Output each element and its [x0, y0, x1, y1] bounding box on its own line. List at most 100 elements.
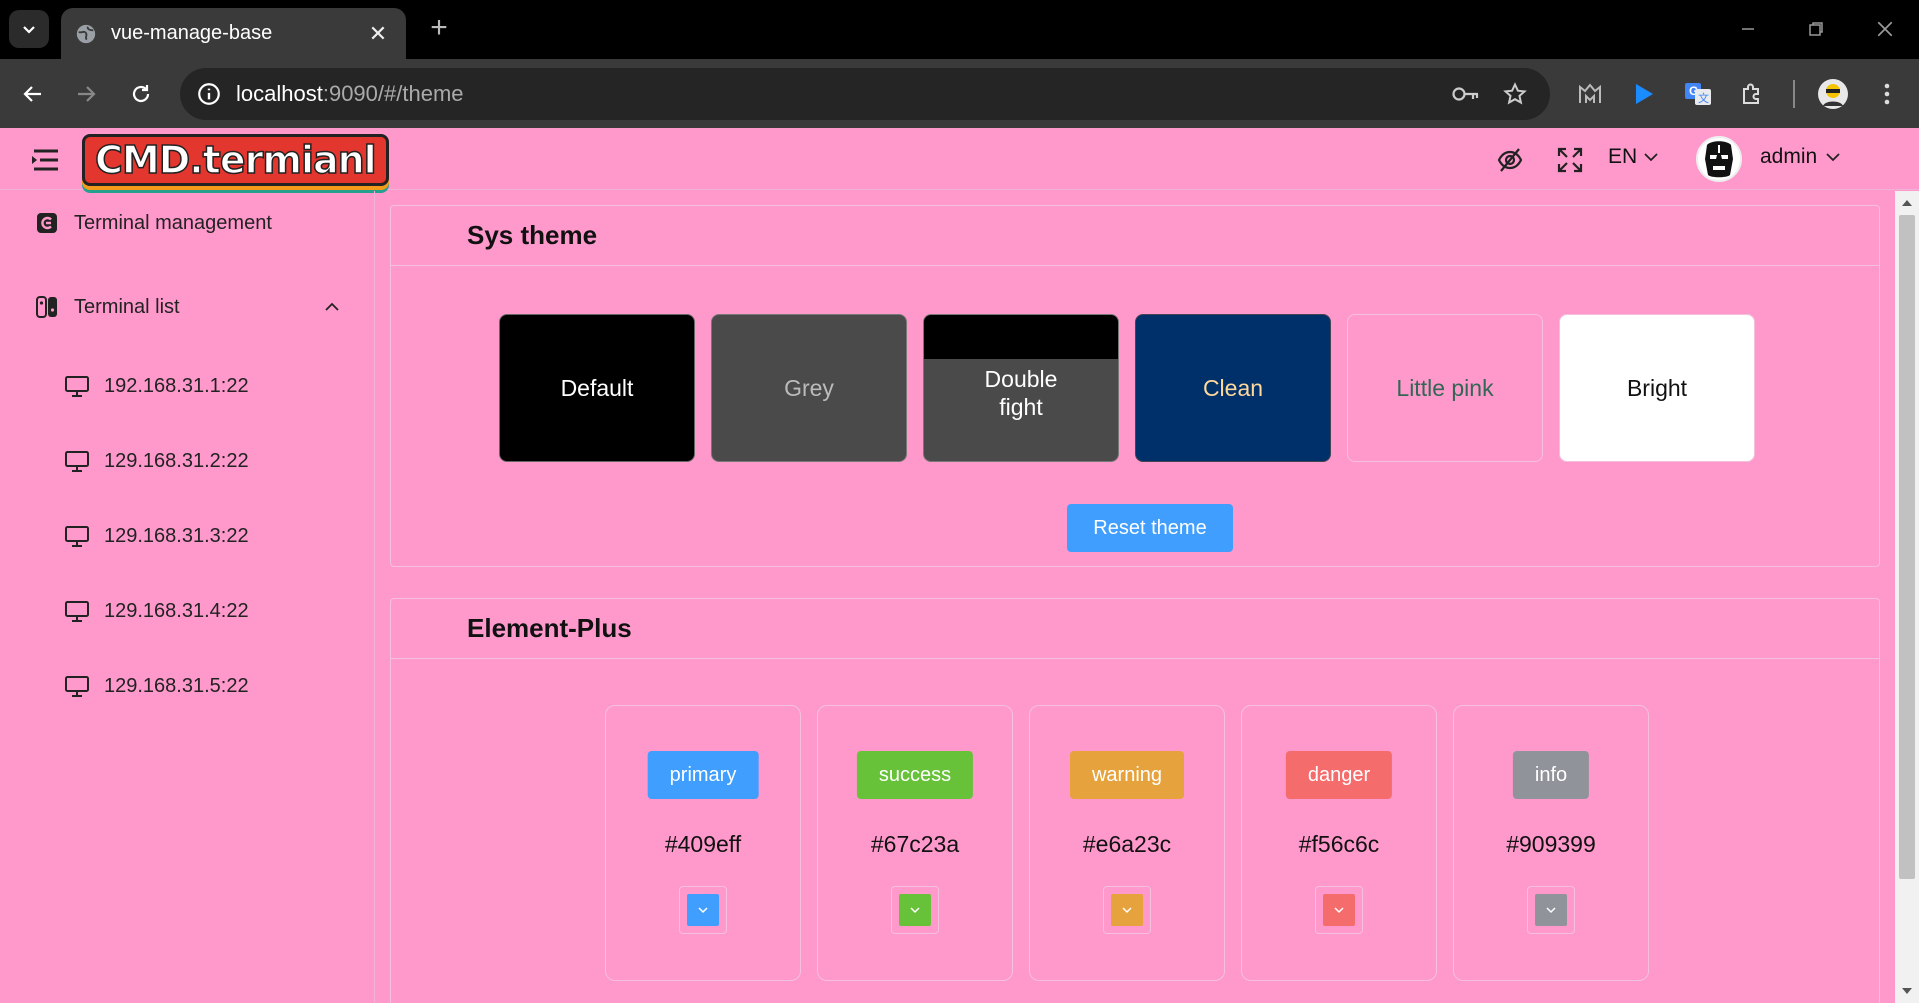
sidebar-subitem-label: 129.168.31.3:22 — [104, 524, 249, 547]
language-label: EN — [1608, 145, 1638, 168]
url-path: :9090/#/theme — [322, 81, 464, 106]
user-dropdown[interactable]: admin — [1760, 145, 1841, 169]
color-card-info: info #909399 — [1453, 705, 1649, 981]
language-dropdown[interactable]: EN — [1608, 145, 1659, 169]
globe-icon — [76, 24, 96, 43]
color-swatch — [1111, 894, 1143, 926]
color-card-primary: primary #409eff — [605, 705, 801, 981]
monitor-icon — [64, 598, 90, 624]
profile-avatar-icon — [1818, 79, 1848, 109]
close-tab-icon[interactable]: ✕ — [366, 21, 390, 46]
menu-toggle-icon[interactable] — [30, 148, 62, 172]
color-picker[interactable] — [679, 886, 727, 934]
reload-icon — [132, 85, 150, 103]
sidebar-item-terminal-management[interactable]: Terminal management — [0, 193, 374, 253]
fullscreen-icon — [1557, 147, 1583, 173]
sidebar-subitem-terminal[interactable]: 129.168.31.2:22 — [0, 431, 374, 491]
sys-theme-card: Sys theme Default Grey Double fight Clea… — [390, 205, 1880, 567]
tab-search-button[interactable] — [9, 10, 49, 48]
password-key-button[interactable] — [1449, 78, 1483, 110]
color-picker[interactable] — [1527, 886, 1575, 934]
sidebar-subitem-terminal[interactable]: 129.168.31.5:22 — [0, 656, 374, 716]
primary-tag: primary — [647, 751, 759, 799]
fullscreen-button[interactable] — [1554, 144, 1586, 176]
restore-window-button[interactable] — [1796, 12, 1836, 46]
color-picker[interactable] — [1103, 886, 1151, 934]
key-icon — [1452, 87, 1479, 101]
theme-label: Grey — [784, 375, 834, 401]
sidebar-subitem-terminal[interactable]: 192.168.31.1:22 — [0, 356, 374, 416]
color-swatch — [899, 894, 931, 926]
forward-button[interactable] — [66, 76, 106, 112]
reload-button[interactable] — [121, 76, 161, 112]
extension-translate-button[interactable]: G文 — [1679, 76, 1717, 112]
more-vertical-icon — [1884, 83, 1890, 105]
arrow-left-icon — [23, 86, 41, 102]
arrow-right-icon — [78, 86, 96, 102]
color-picker[interactable] — [891, 886, 939, 934]
puzzle-icon — [1743, 83, 1759, 104]
chevron-down-icon — [1546, 907, 1556, 914]
sidebar-subitem-label: 129.168.31.5:22 — [104, 674, 249, 697]
color-card-danger: danger #f56c6c — [1241, 705, 1437, 981]
chevron-down-icon — [698, 907, 708, 914]
color-hex: #e6a23c — [1082, 831, 1172, 857]
bookmark-button[interactable] — [1498, 78, 1532, 110]
theme-clean-button[interactable]: Clean — [1135, 314, 1331, 462]
username-label: admin — [1760, 145, 1818, 168]
element-plus-title: Element-Plus — [391, 599, 1879, 659]
scrollbar-thumb[interactable] — [1899, 215, 1915, 879]
sidebar-subitem-terminal[interactable]: 129.168.31.4:22 — [0, 581, 374, 641]
chevron-up-icon — [325, 302, 339, 311]
color-card-warning: warning #e6a23c — [1029, 705, 1225, 981]
svg-text:文: 文 — [1698, 91, 1709, 105]
browser-menu-button[interactable] — [1868, 76, 1906, 112]
color-card-success: success #67c23a — [817, 705, 1013, 981]
sidebar-item-terminal-list[interactable]: Terminal list — [0, 277, 374, 337]
scroll-down-arrow-icon[interactable] — [1901, 985, 1913, 997]
back-button[interactable] — [13, 76, 53, 112]
color-swatch — [1535, 894, 1567, 926]
theme-label: Clean — [1202, 375, 1264, 401]
reset-theme-button[interactable]: Reset theme — [1067, 504, 1233, 552]
theme-toggle-button[interactable] — [1494, 144, 1526, 176]
monitor-icon — [64, 448, 90, 474]
page-scrollbar[interactable] — [1895, 191, 1919, 1003]
address-bar[interactable]: localhost:9090/#/theme — [180, 68, 1550, 120]
theme-bright-button[interactable]: Bright — [1559, 314, 1755, 462]
theme-grey-button[interactable]: Grey — [711, 314, 907, 462]
new-tab-button[interactable]: + — [424, 11, 454, 44]
element-plus-card: Element-Plus primary #409eff success #67… — [390, 598, 1880, 1003]
sidebar-subitem-terminal[interactable]: 129.168.31.3:22 — [0, 506, 374, 566]
chevron-down-icon — [1644, 153, 1658, 162]
color-swatch — [687, 894, 719, 926]
theme-label: Little pink — [1396, 375, 1494, 401]
color-hex: #909399 — [1506, 831, 1596, 857]
chevron-down-icon — [1122, 907, 1132, 914]
minimize-window-button[interactable] — [1728, 12, 1768, 46]
play-extension-icon — [1636, 84, 1653, 104]
monitor-icon — [64, 673, 90, 699]
theme-double-fight-button[interactable]: Double fight — [923, 314, 1119, 462]
user-avatar[interactable] — [1696, 136, 1742, 182]
extensions-button[interactable] — [1733, 76, 1771, 112]
info-tag: info — [1512, 751, 1590, 799]
theme-label: Bright — [1626, 375, 1688, 401]
profile-button[interactable] — [1814, 76, 1852, 112]
theme-little-pink-button[interactable]: Little pink — [1347, 314, 1543, 462]
site-info-icon[interactable] — [196, 81, 222, 107]
app-logo[interactable]: CMD.termianl — [82, 134, 389, 186]
color-picker[interactable] — [1315, 886, 1363, 934]
close-window-button[interactable] — [1865, 12, 1905, 46]
scroll-up-arrow-icon[interactable] — [1901, 197, 1913, 209]
theme-label: Double fight — [984, 366, 1058, 420]
sidebar-subitem-label: 129.168.31.4:22 — [104, 599, 249, 622]
extension-m-button[interactable] — [1571, 76, 1609, 112]
browser-tab-bar: vue-manage-base ✕ + — [0, 0, 1919, 59]
close-icon — [1877, 21, 1893, 37]
monitor-icon — [64, 373, 90, 399]
theme-default-button[interactable]: Default — [499, 314, 695, 462]
browser-tab[interactable]: vue-manage-base ✕ — [61, 8, 406, 59]
color-hex: #f56c6c — [1298, 831, 1380, 857]
extension-play-button[interactable] — [1625, 76, 1663, 112]
